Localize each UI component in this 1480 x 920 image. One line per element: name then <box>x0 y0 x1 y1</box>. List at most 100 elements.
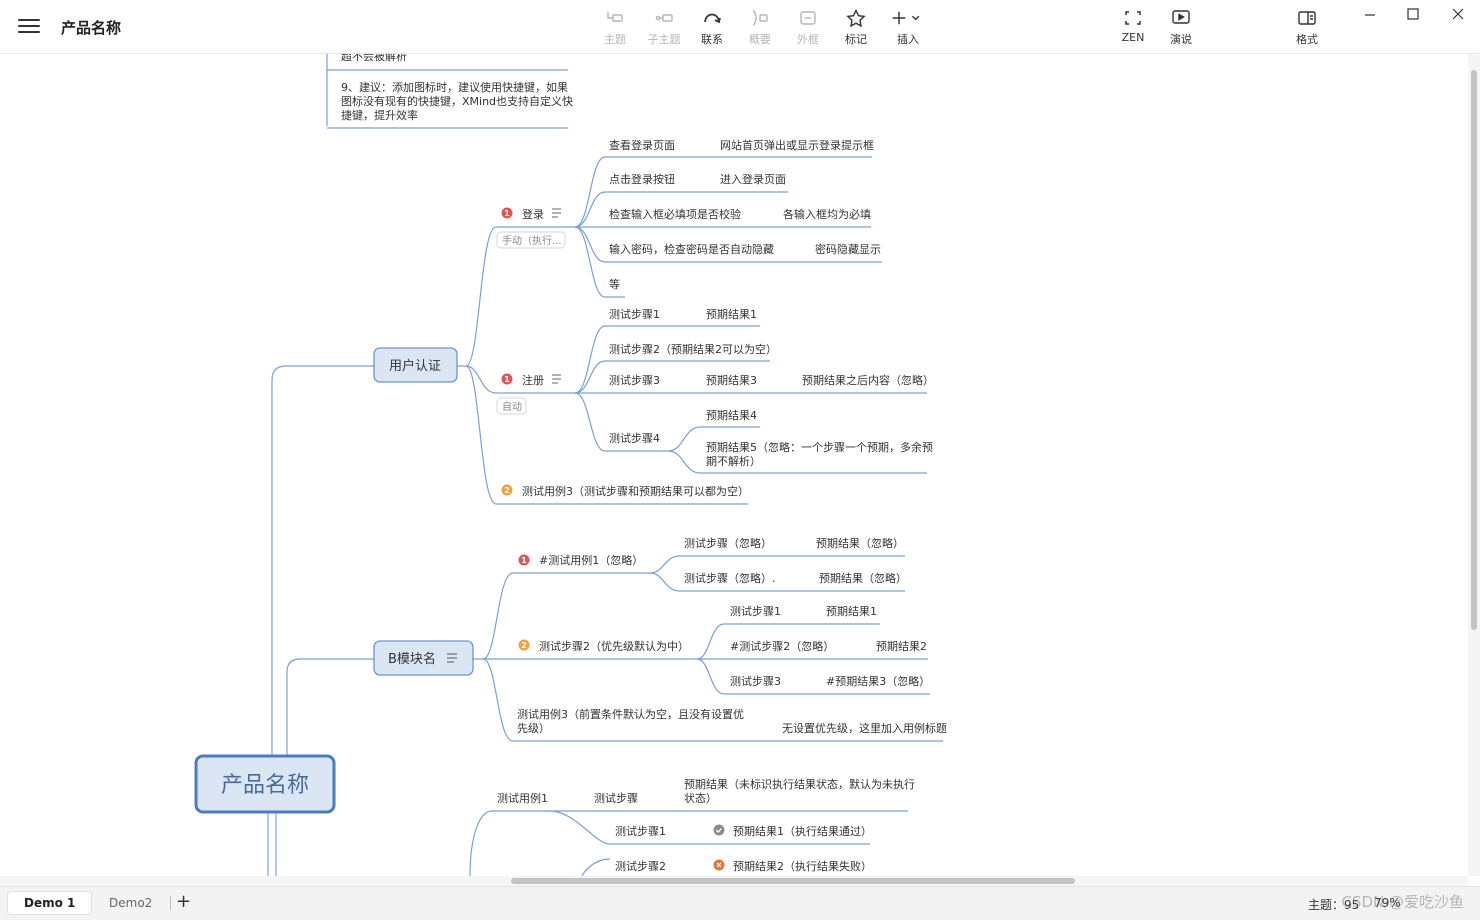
connector-lines <box>267 54 943 876</box>
close-icon[interactable] <box>1446 4 1470 24</box>
login-result-1[interactable]: 网站首页弹出或显示登录提示框 <box>720 138 874 152</box>
b-case1-step-a[interactable]: 测试步骤（忽略） <box>684 536 772 550</box>
subtopic-login[interactable]: 1 登录 <box>501 207 562 221</box>
subtopic-register[interactable]: 1 注册 <box>501 373 562 387</box>
b-case2-step-2[interactable]: #测试步骤2（忽略） <box>730 639 834 653</box>
b-case1-result-b[interactable]: 预期结果（忽略） <box>819 571 907 585</box>
present-button[interactable]: 演说 <box>1156 9 1206 47</box>
sheet-tab-demo2[interactable]: Demo2 <box>93 892 168 914</box>
insert-button[interactable]: 插入 <box>883 9 933 47</box>
priority-number: 1 <box>504 375 510 384</box>
register-result-4[interactable]: 预期结果4 <box>706 409 757 422</box>
subtopic-b-case1[interactable]: 1 #测试用例1（忽略） <box>518 553 644 567</box>
login-step-2[interactable]: 点击登录按钮 <box>609 172 675 186</box>
b-case2-step-3[interactable]: 测试步骤3 <box>730 675 781 688</box>
fail-x-icon <box>713 859 725 871</box>
maximize-icon[interactable] <box>1401 4 1425 24</box>
vertical-scroll-thumb[interactable] <box>1471 70 1477 630</box>
zen-mode-button[interactable]: ZEN <box>1108 9 1158 44</box>
main-topic-label: 用户认证 <box>389 358 441 374</box>
c-result-1[interactable]: 预期结果1（执行结果通过） <box>733 824 872 838</box>
note-text[interactable]: 超不会被解析 <box>341 54 407 63</box>
login-step-4[interactable]: 输入密码，检查密码是否自动隐藏 <box>609 242 774 256</box>
b-case3-result[interactable]: 无设置优先级，这里加入用例标题 <box>782 721 947 735</box>
b-case3-label-line1[interactable]: 测试用例3（前置条件默认为空，且没有设置优 <box>517 707 744 721</box>
c-case1[interactable]: 测试用例1 <box>497 791 548 805</box>
c-step-1[interactable]: 测试步骤1 <box>615 825 666 838</box>
note-9-line2[interactable]: 图标没有现有的快捷键，XMind也支持自定义快 <box>341 94 573 108</box>
central-topic[interactable]: 产品名称 <box>194 754 336 814</box>
label-tag[interactable]: 自动 <box>496 397 527 415</box>
c-step-2[interactable]: 测试步骤2 <box>615 860 666 873</box>
subtopic-case3[interactable]: 2 测试用例3（测试步骤和预期结果可以都为空） <box>501 484 750 498</box>
login-result-4[interactable]: 密码隐藏显示 <box>815 242 881 256</box>
marker-button[interactable]: 标记 <box>831 9 881 47</box>
b-case2-result-3[interactable]: #预期结果3（忽略） <box>826 674 930 688</box>
register-step-1[interactable]: 测试步骤1 <box>609 308 660 321</box>
subtopic-label: #测试用例1（忽略） <box>539 553 643 567</box>
register-result-5-line2[interactable]: 期不解析） <box>706 454 761 468</box>
play-icon <box>1172 10 1190 24</box>
main-topic-b-module[interactable]: B模块名 <box>373 640 474 676</box>
b-case2-result-2[interactable]: 预期结果2 <box>876 640 927 653</box>
login-step-5[interactable]: 等 <box>609 277 620 291</box>
insert-subtopic-button[interactable]: 子主题 <box>639 9 689 47</box>
c-result-line1[interactable]: 预期结果（未标识执行结果状态，默认为未执行 <box>684 777 915 791</box>
c-step[interactable]: 测试步骤 <box>594 792 638 805</box>
menu-icon[interactable] <box>18 16 40 36</box>
login-result-2[interactable]: 进入登录页面 <box>720 172 786 186</box>
star-icon <box>846 9 866 27</box>
add-sheet-icon[interactable]: + <box>176 891 191 912</box>
c-result-line2[interactable]: 状态） <box>684 791 717 805</box>
horizontal-scrollbar[interactable] <box>0 876 1468 886</box>
relationship-button[interactable]: 联系 <box>687 9 737 47</box>
summary-button[interactable]: 概要 <box>735 9 785 47</box>
c-result-2[interactable]: 预期结果2（执行结果失败） <box>733 859 872 873</box>
register-step-3[interactable]: 测试步骤3 <box>609 374 660 387</box>
horizontal-scroll-thumb[interactable] <box>511 878 1075 884</box>
notes-icon[interactable] <box>552 208 561 218</box>
central-topic-label: 产品名称 <box>221 773 309 798</box>
document-title: 产品名称 <box>61 19 122 37</box>
topic-count-label: 主题： <box>1308 898 1345 912</box>
topic-icon <box>607 12 623 22</box>
insert-topic-button[interactable]: 主题 <box>590 9 640 47</box>
mind-map-canvas[interactable]: 超不会被解析 9、建议：添加图标时，建议使用快捷键，如果 图标没有现有的快捷键，… <box>0 54 1468 876</box>
note-9-line3[interactable]: 捷键，提升效率 <box>341 108 418 122</box>
b-case1-step-b[interactable]: 测试步骤（忽略）. <box>684 571 776 585</box>
register-step-4[interactable]: 测试步骤4 <box>609 432 660 445</box>
vertical-scrollbar[interactable] <box>1468 54 1480 876</box>
register-result-3[interactable]: 预期结果3 <box>706 374 757 387</box>
b-case2-result-1[interactable]: 预期结果1 <box>826 605 877 618</box>
subtopic-label: 测试步骤2（优先级默认为中） <box>539 640 689 653</box>
plus-chevron-icon <box>892 11 920 25</box>
notes-icon[interactable] <box>552 374 561 384</box>
minimize-icon[interactable] <box>1358 4 1382 24</box>
priority-number: 1 <box>521 556 527 565</box>
main-topic-user-auth[interactable]: 用户认证 <box>373 347 458 383</box>
subtopic-icon <box>655 14 673 22</box>
register-result-1[interactable]: 预期结果1 <box>706 308 757 321</box>
priority-number: 2 <box>504 486 510 495</box>
sheet-tab-demo-1[interactable]: Demo 1 <box>8 892 92 914</box>
b-case2-step-1[interactable]: 测试步骤1 <box>730 605 781 618</box>
login-step-3[interactable]: 检查输入框必填项是否校验 <box>609 207 741 221</box>
format-button[interactable]: 格式 <box>1282 9 1332 47</box>
main-topic-label: B模块名 <box>388 651 436 667</box>
login-step-1[interactable]: 查看登录页面 <box>609 138 675 152</box>
note-9-line1[interactable]: 9、建议：添加图标时，建议使用快捷键，如果 <box>341 80 568 94</box>
watermark: CSDN @爱吃沙鱼 <box>1341 893 1464 911</box>
b-case3-label-line2[interactable]: 先级） <box>517 722 550 735</box>
register-result-5-line1[interactable]: 预期结果5（忽略：一个步骤一个预期，多余预 <box>706 440 933 454</box>
priority-number: 2 <box>521 641 527 650</box>
toolbar: 产品名称 主题 子主题 联系 概要 外框 标记 插入 ZEN 演说 格式 <box>0 0 1480 54</box>
label-tag[interactable]: 手动（执行... <box>496 231 566 249</box>
boundary-button[interactable]: 外框 <box>783 9 833 47</box>
boundary-icon <box>800 11 816 25</box>
subtopic-b-case2[interactable]: 2 测试步骤2（优先级默认为中） <box>518 639 690 654</box>
register-result-3-after[interactable]: 预期结果之后内容（忽略） <box>802 373 934 387</box>
mind-map: 超不会被解析 9、建议：添加图标时，建议使用快捷键，如果 图标没有现有的快捷键，… <box>194 54 947 876</box>
login-result-3[interactable]: 各输入框均为必填 <box>783 207 871 221</box>
b-case1-result-a[interactable]: 预期结果（忽略） <box>816 536 904 550</box>
register-step-2[interactable]: 测试步骤2（预期结果2可以为空） <box>609 342 777 356</box>
